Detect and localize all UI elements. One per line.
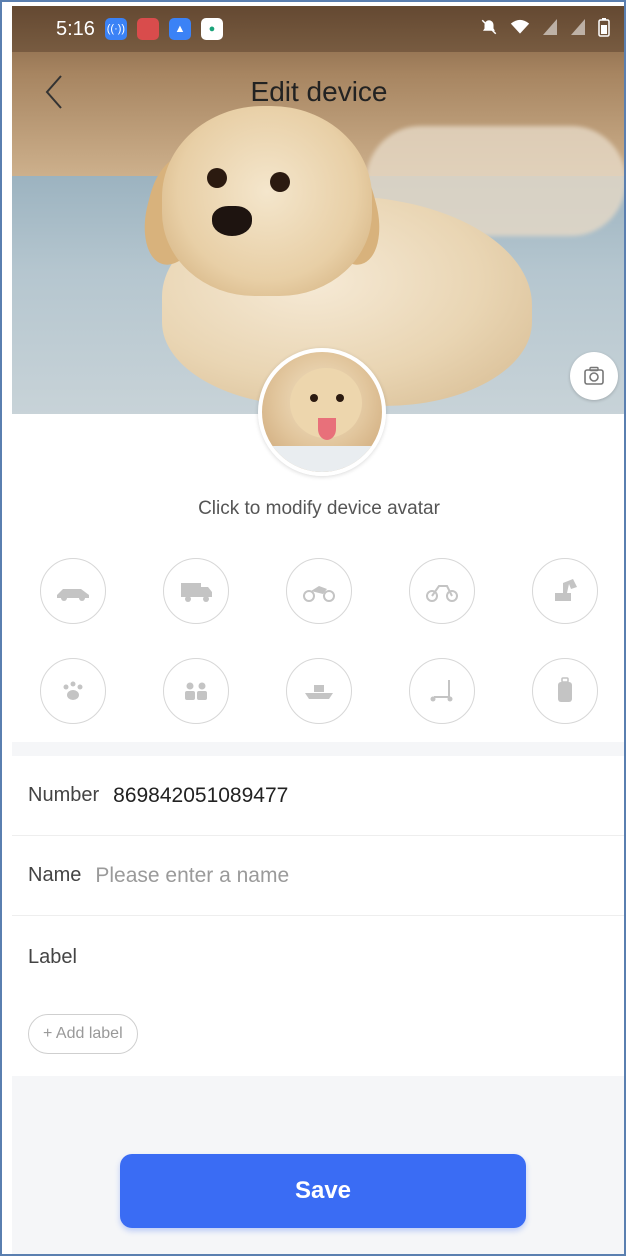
status-time: 5:16 — [56, 17, 95, 40]
signal-icon — [542, 18, 558, 41]
avatar-dog-eye — [336, 394, 344, 402]
signal-icon — [570, 18, 586, 41]
top-nav-bar: Edit device — [12, 62, 624, 122]
device-type-people[interactable] — [163, 658, 230, 724]
add-label-button[interactable]: + Add label — [28, 1014, 138, 1054]
app-frame: 5:16 ((·)) ▲ ● Edit device Click to modi… — [0, 0, 626, 1256]
avatar-base — [262, 446, 382, 472]
device-type-grid — [12, 558, 624, 724]
excavator-icon — [554, 579, 577, 601]
wifi-icon — [510, 18, 530, 41]
label-section: Label + Add label — [12, 918, 624, 1074]
mute-icon — [480, 18, 498, 41]
back-button[interactable] — [34, 72, 74, 112]
device-type-luggage[interactable] — [531, 658, 598, 724]
status-right-icons — [480, 17, 610, 42]
device-type-car[interactable] — [40, 558, 107, 624]
dog-eye-left — [207, 168, 227, 188]
device-type-truck[interactable] — [163, 558, 230, 624]
mountain-app-icon: ▲ — [168, 18, 191, 40]
suitcase-icon — [557, 677, 572, 702]
device-avatar[interactable] — [258, 348, 386, 476]
chevron-left-icon — [45, 75, 62, 109]
name-input[interactable] — [95, 863, 516, 888]
location-app-icon: ● — [200, 18, 223, 40]
red-app-icon — [136, 18, 159, 40]
avatar-hint: Click to modify device avatar — [198, 498, 440, 519]
paw-icon — [63, 681, 83, 700]
number-label: Number — [28, 784, 100, 806]
device-type-ship[interactable] — [285, 658, 352, 724]
status-bar: 5:16 ((·)) ▲ ● — [12, 6, 624, 52]
truck-icon — [181, 583, 213, 602]
avatar-dog-eye — [310, 394, 318, 402]
people-icon — [185, 682, 208, 700]
dog-nose — [212, 206, 252, 236]
number-value: 869842051089477 — [113, 783, 289, 807]
camera-icon — [584, 366, 604, 385]
motorcycle-icon — [302, 586, 335, 602]
section-divider — [12, 742, 624, 756]
car-icon — [57, 589, 90, 601]
label-title: Label — [28, 946, 77, 968]
name-row: Name — [12, 836, 624, 916]
device-type-bicycle[interactable] — [408, 558, 475, 624]
bicycle-icon — [425, 585, 458, 602]
ship-icon — [304, 685, 333, 699]
page-title: Edit device — [250, 76, 388, 107]
device-type-motorcycle[interactable] — [285, 558, 352, 624]
avatar-dog-tongue — [318, 418, 336, 440]
save-button[interactable]: Save — [120, 1154, 526, 1228]
dog-head — [162, 106, 372, 296]
device-type-scooter[interactable] — [408, 658, 475, 724]
number-row: Number 869842051089477 — [12, 756, 624, 836]
dog-eye-right — [270, 172, 290, 192]
device-type-excavator[interactable] — [531, 558, 598, 624]
battery-icon — [598, 17, 610, 42]
scooter-icon — [430, 680, 453, 702]
signal-app-icon: ((·)) — [104, 18, 127, 40]
name-label: Name — [28, 864, 82, 886]
device-type-pet[interactable] — [40, 658, 107, 724]
change-cover-button[interactable] — [570, 352, 618, 400]
